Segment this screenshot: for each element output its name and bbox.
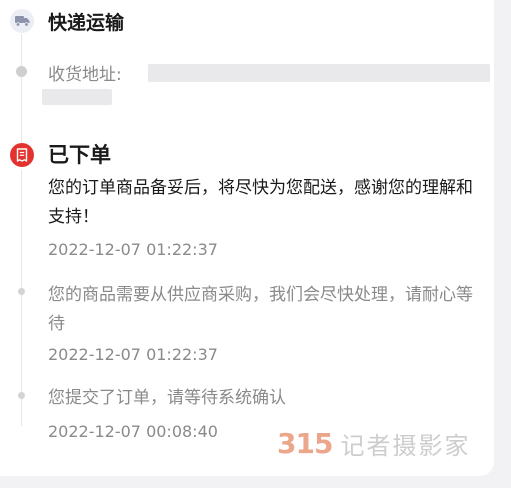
watermark-number: 315 [277, 426, 333, 460]
address-label: 收货地址: [48, 65, 122, 85]
event-time-2: 2022-12-07 01:22:37 [48, 345, 218, 364]
watermark: 315 记者摄影家 [277, 426, 470, 460]
event-text-1: 您的订单商品备妥后，将尽快为您配送，感谢您的理解和支持！ [48, 178, 473, 227]
event-dot-3 [18, 392, 25, 399]
watermark-text: 记者摄影家 [340, 431, 471, 460]
status-title: 已下单 [48, 143, 111, 167]
timeline-line-bottom [21, 170, 22, 426]
shipping-header: 快递运输 [10, 8, 124, 34]
address-redacted-line-2 [42, 89, 112, 105]
address-dot [16, 66, 27, 77]
timeline-line-top [21, 34, 22, 142]
address-redacted-line-1 [148, 64, 490, 82]
truck-icon [10, 9, 34, 33]
receipt-icon [10, 143, 34, 167]
event-dot-2 [18, 288, 25, 295]
event-time-3: 2022-12-07 00:08:40 [48, 422, 218, 441]
event-text-3: 您提交了订单，请等待系统确认 [48, 388, 286, 408]
logistics-card: 快递运输 收货地址: 已下单 您的订单商品备妥后，将尽快为您配送，感谢您的理解和… [0, 0, 494, 476]
header-title: 快递运输 [48, 11, 125, 34]
event-time-1: 2022-12-07 01:22:37 [48, 240, 218, 259]
event-text-2: 您的商品需要从供应商采购，我们会尽快处理，请耐心等待 [48, 285, 473, 334]
